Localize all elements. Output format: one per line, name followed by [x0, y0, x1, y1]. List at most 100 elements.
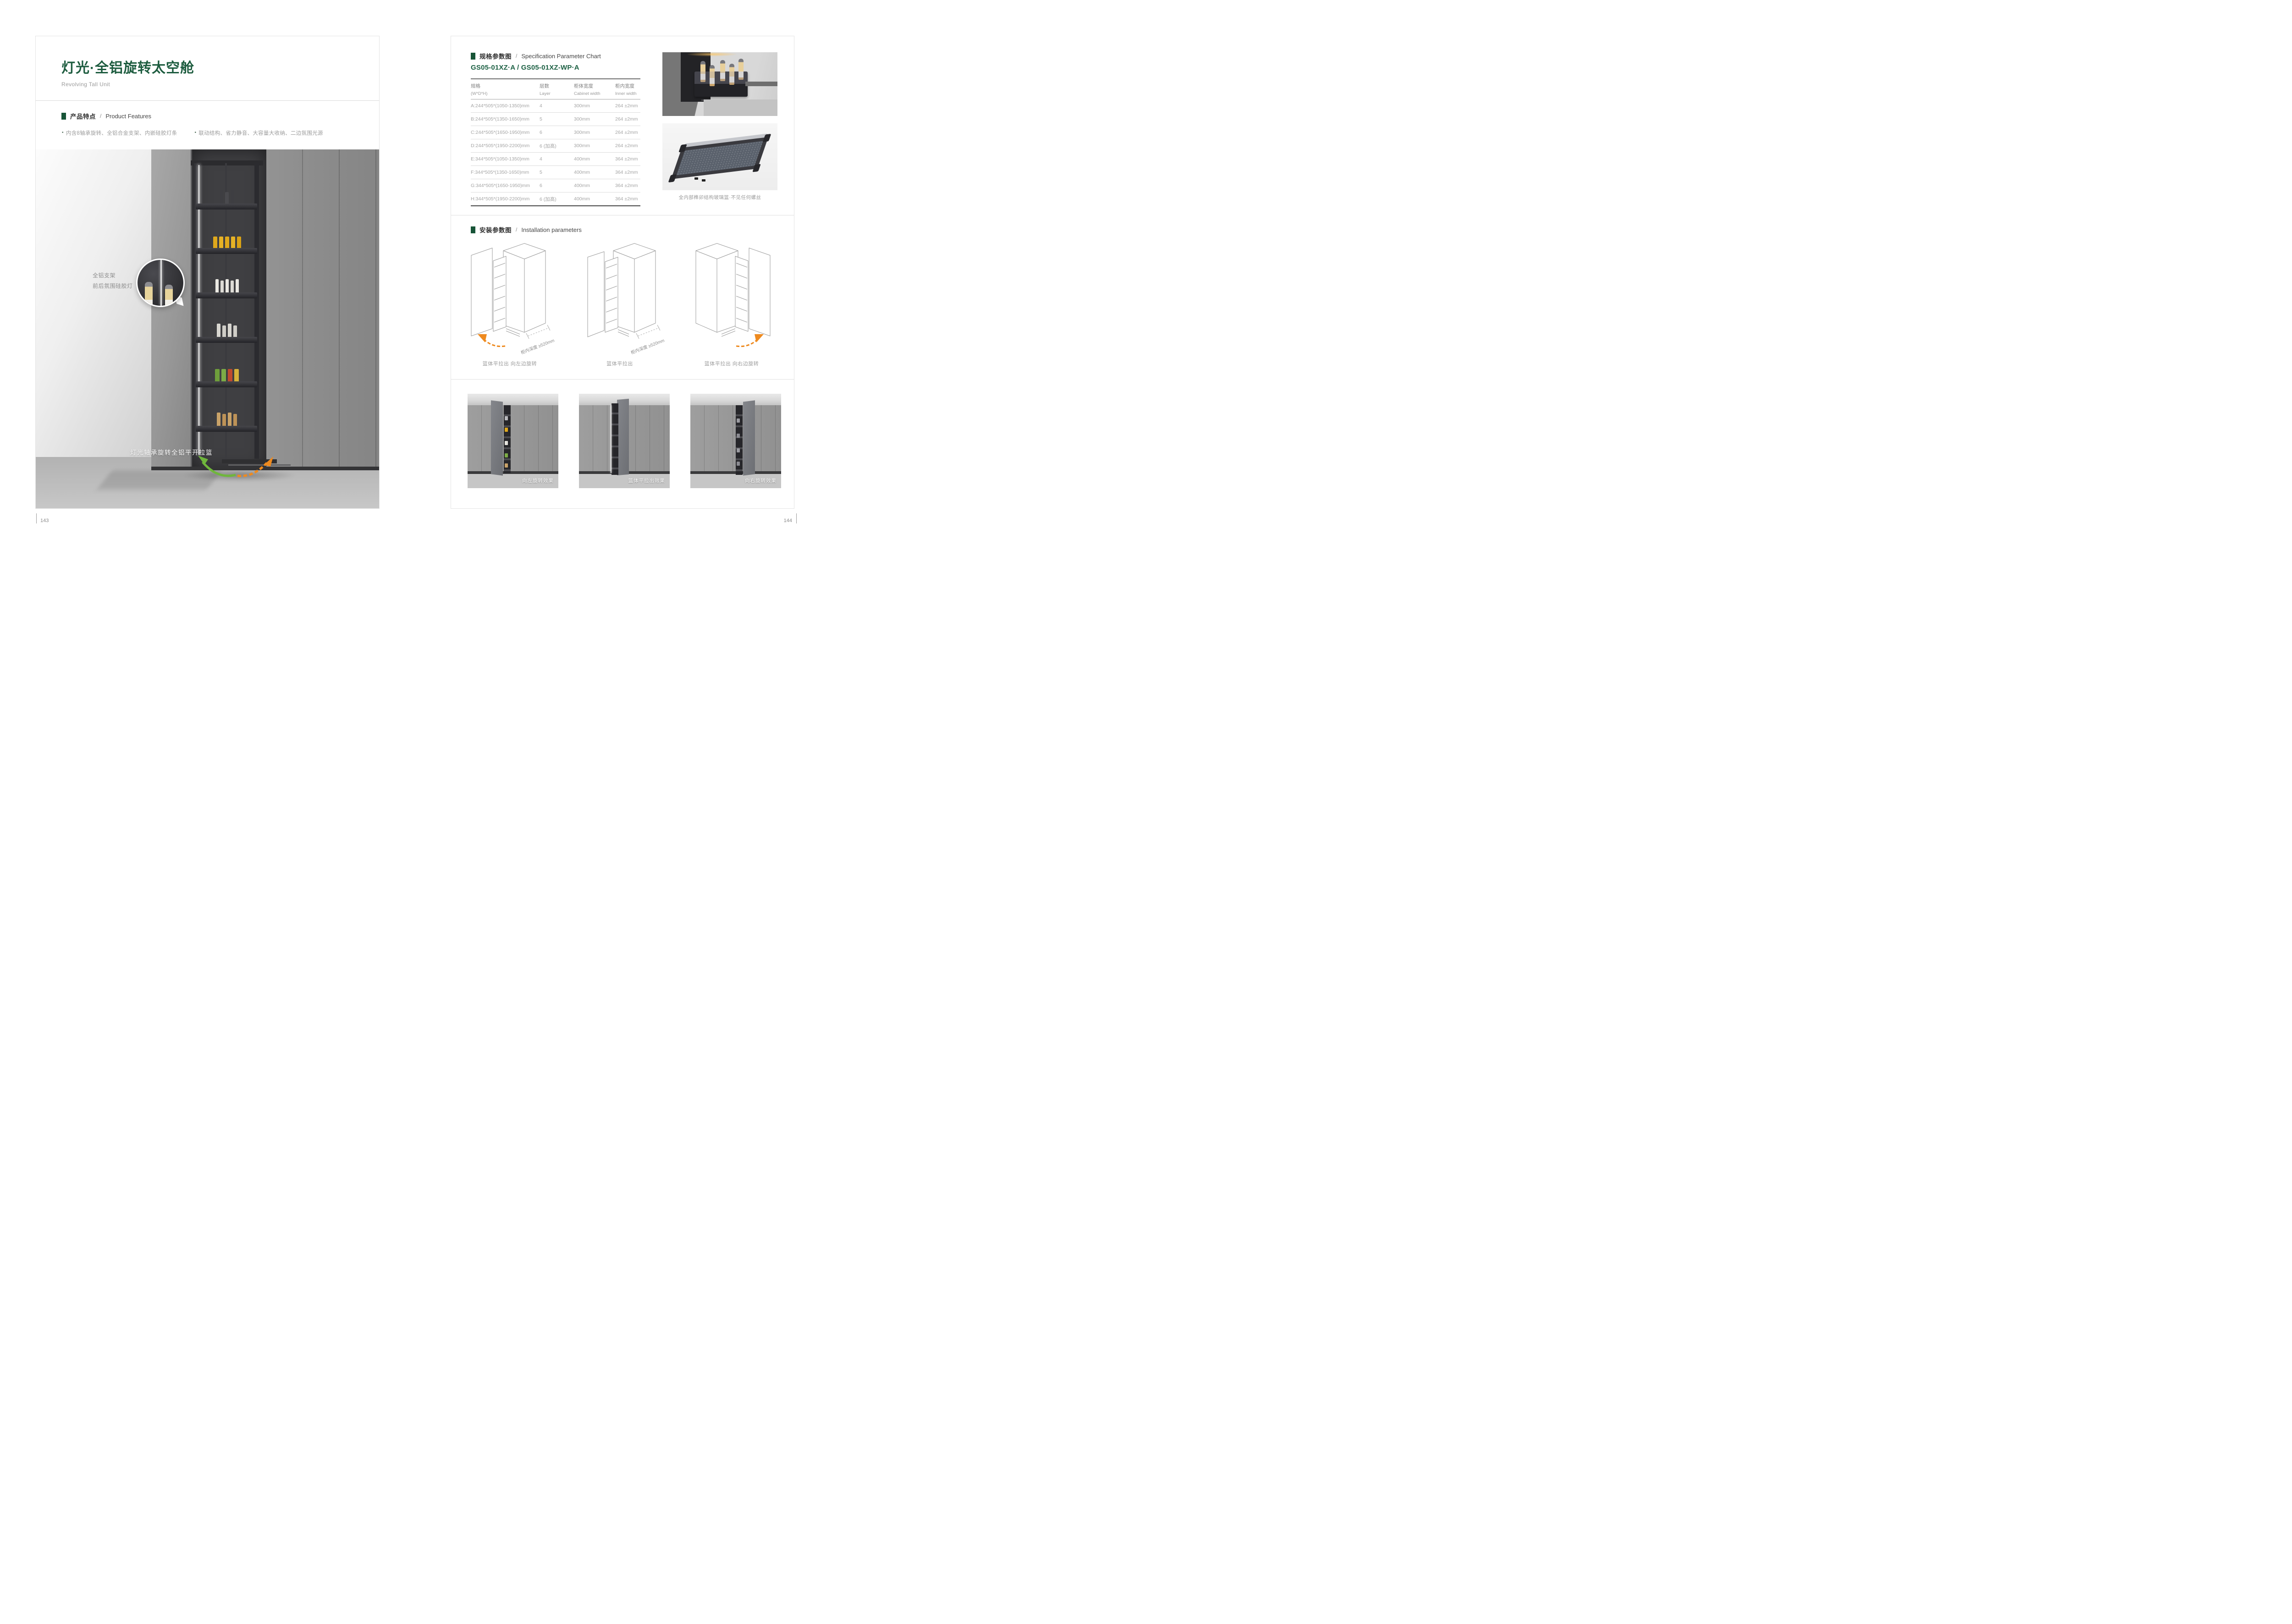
cell-inner-width: 364 ±2mm	[615, 196, 640, 202]
bottle	[228, 324, 231, 337]
features-heading: 产品特点 / Product Features	[61, 111, 151, 121]
footer-rule	[796, 513, 797, 523]
can	[231, 237, 235, 248]
bottle	[222, 325, 226, 337]
diagram-caption: 篮体平拉出 向右边旋转	[681, 360, 782, 367]
photo-cabinets	[468, 405, 558, 473]
divider	[451, 379, 794, 380]
photo-open-door	[617, 399, 629, 475]
baseboard	[745, 82, 777, 86]
diagram-caption: 篮体平拉出	[569, 360, 670, 367]
detail-callout-circle	[136, 259, 185, 307]
green-arc	[203, 462, 236, 476]
callout-label-line1: 全铝支架	[93, 270, 133, 281]
shelf	[196, 337, 257, 343]
table-header-row: 规格 (W*D*H) 层数 Layer 柜体宽度 Cabinet width 柜…	[471, 78, 640, 99]
cell-cabinet-width: 400mm	[574, 196, 615, 202]
bottle	[145, 282, 153, 307]
photo-base	[468, 471, 558, 474]
photo-open-door	[743, 401, 755, 476]
can	[219, 237, 223, 248]
cell-layer: 6 (加高)	[540, 196, 574, 203]
effect-caption: 篮体平拉出效果	[628, 477, 666, 484]
page-subtitle: Revolving Tall Unit	[61, 81, 194, 88]
cell-inner-width: 264 ±2mm	[615, 130, 640, 135]
page-number-left: 143	[40, 518, 49, 523]
bullet-icon: •	[195, 129, 197, 136]
shelf	[196, 381, 257, 387]
table-row: C:244*505*(1650-1950)mm 6 300mm 264 ±2mm	[471, 126, 640, 139]
photo-floor	[704, 99, 777, 116]
table-row: F:344*505*(1350-1650)mm 5 400mm 364 ±2mm	[471, 166, 640, 179]
goods	[505, 441, 508, 445]
shelf-goods	[200, 279, 253, 293]
cell-size: E:344*505*(1050-1350)mm	[471, 156, 540, 162]
bottle	[220, 281, 224, 293]
cell-inner-width: 364 ±2mm	[615, 156, 640, 162]
carton	[221, 369, 226, 382]
spec-photo-basket-in-cabinet	[662, 52, 777, 116]
cell-layer: 6 (加高)	[540, 143, 574, 149]
shelf	[196, 248, 257, 254]
section-marker-icon	[61, 113, 66, 120]
page-left: 灯光·全铝旋转太空舱 Revolving Tall Unit 产品特点 / Pr…	[35, 36, 380, 509]
goods	[505, 463, 508, 468]
bottle	[222, 414, 226, 426]
cabinet-front	[717, 251, 738, 332]
cell-size: H:344*505*(1950-2200)mm	[471, 196, 540, 202]
title-block: 灯光·全铝旋转太空舱 Revolving Tall Unit	[61, 56, 194, 88]
goods	[737, 462, 740, 466]
shelf-goods	[200, 369, 253, 382]
table-row: H:344*505*(1950-2200)mm 6 (加高) 400mm 364…	[471, 193, 640, 206]
spec-heading: 规格参数图 / Specification Parameter Chart	[471, 51, 601, 61]
led-strip	[611, 405, 612, 473]
clip-part	[702, 179, 705, 182]
can	[237, 237, 241, 248]
door-panel	[588, 252, 604, 337]
page-number-right: 144	[779, 518, 792, 523]
shelf-goods	[200, 237, 253, 248]
install-heading-zh: 安装参数图	[479, 225, 512, 234]
footer-rule	[36, 513, 37, 523]
features-list: • 内含8轴承旋转、全铝合金支架、内嵌硅胶灯条 • 联动结构、省力静音、大容量大…	[62, 129, 323, 137]
callout-label-line2: 前后氛围硅胶灯	[93, 281, 133, 292]
heading-separator: /	[100, 113, 101, 119]
bottle	[215, 279, 219, 293]
cell-size: A:244*505*(1050-1350)mm	[471, 103, 540, 109]
col-header-cabinet-width: 柜体宽度 Cabinet width	[574, 83, 615, 96]
col-header-en: Inner width	[615, 91, 640, 96]
cabinet-side	[634, 251, 656, 332]
effect-photo-pull-out: 篮体平拉出效果	[579, 394, 670, 488]
effect-caption: 向右旋转效果	[745, 477, 777, 484]
effect-caption: 向左旋转效果	[522, 477, 554, 484]
orange-arc	[483, 339, 505, 347]
page-right: 规格参数图 / Specification Parameter Chart GS…	[451, 36, 794, 509]
cell-layer: 4	[540, 103, 574, 109]
cell-size: G:344*505*(1650-1950)mm	[471, 183, 540, 188]
cell-size: B:244*505*(1350-1650)mm	[471, 116, 540, 122]
page-title: 灯光·全铝旋转太空舱	[61, 56, 194, 77]
section-marker-icon	[471, 53, 475, 60]
door-panel	[749, 248, 770, 336]
section-marker-icon	[471, 226, 475, 233]
bottle	[231, 281, 234, 293]
bottle	[217, 413, 220, 426]
features-heading-en: Product Features	[105, 113, 151, 120]
cell-size: D:244*505*(1950-2200)mm	[471, 143, 540, 149]
col-header-en: (W*D*H)	[471, 91, 540, 96]
bottle	[233, 414, 237, 426]
dimension-label: 柜内深度 ≥520mm	[630, 338, 666, 355]
table-row: E:344*505*(1050-1350)mm 4 400mm 364 ±2mm	[471, 153, 640, 166]
table-row: B:244*505*(1350-1650)mm 5 300mm 264 ±2mm	[471, 113, 640, 126]
cell-cabinet-width: 300mm	[574, 143, 615, 149]
led-strip	[160, 260, 162, 306]
spec-photo-glass-basket	[662, 123, 777, 190]
cell-layer: 6	[540, 183, 574, 188]
door-panel	[471, 248, 492, 336]
col-header-zh: 层数	[540, 83, 574, 89]
col-header-en: Layer	[540, 91, 574, 96]
dimension-label: 柜内深度 ≥520mm	[520, 338, 556, 355]
col-header-layer: 层数 Layer	[540, 83, 574, 96]
clip-part	[694, 177, 698, 180]
carton	[215, 369, 220, 382]
